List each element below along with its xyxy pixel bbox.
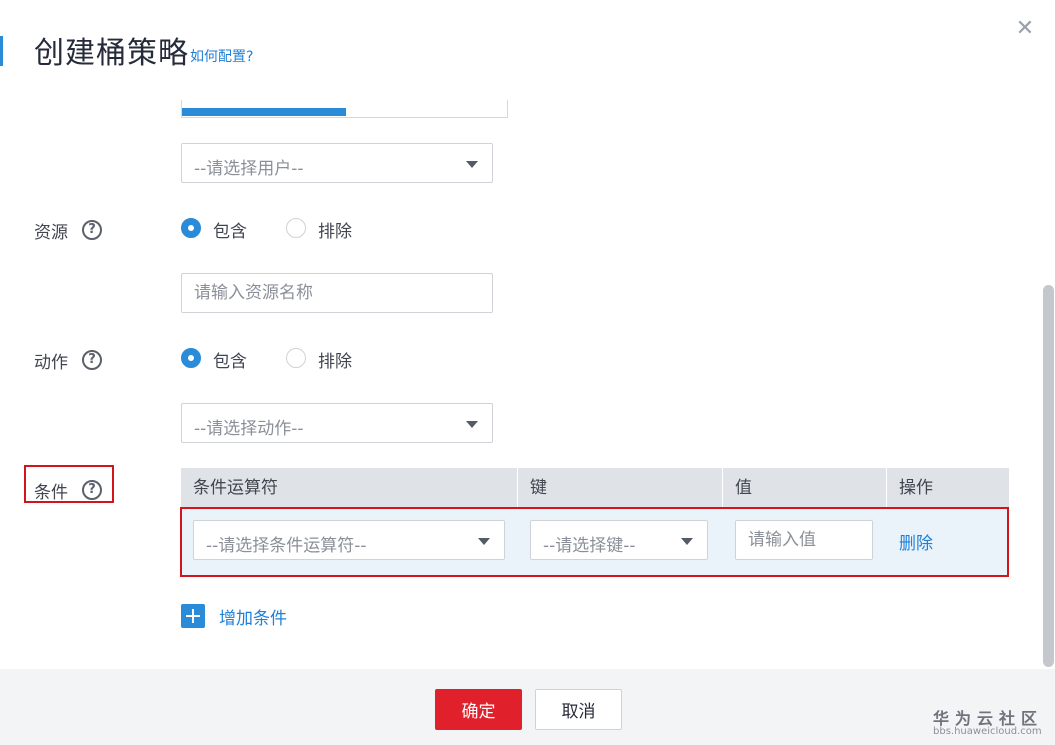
resource-include-radio[interactable] (181, 218, 201, 238)
resource-label: 资源 (34, 223, 68, 243)
help-icon[interactable]: ? (82, 350, 102, 370)
dialog-title: 创建桶策略 (34, 36, 189, 71)
resource-exclude-label[interactable]: 排除 (318, 217, 352, 242)
column-header-operation: 操作 (899, 478, 933, 498)
column-header-key: 键 (530, 478, 547, 498)
user-select-placeholder: --请选择用户-- (194, 159, 304, 179)
dialog-footer (0, 669, 1055, 745)
condition-table-header: 条件运算符 键 值 操作 (181, 468, 1009, 508)
user-select[interactable]: --请选择用户-- (181, 143, 493, 183)
help-icon[interactable]: ? (82, 480, 102, 500)
resource-exclude-radio[interactable] (286, 218, 306, 238)
action-select-placeholder: --请选择动作-- (194, 419, 304, 439)
add-condition-button[interactable]: 增加条件 (219, 604, 287, 629)
help-icon[interactable]: ? (82, 220, 102, 240)
column-header-operator: 条件运算符 (193, 478, 278, 498)
action-label: 动作 (34, 353, 68, 373)
resource-include-label[interactable]: 包含 (213, 217, 247, 242)
close-icon[interactable]: ✕ (1013, 17, 1037, 41)
action-select[interactable]: --请选择动作-- (181, 403, 493, 443)
partial-field (181, 100, 508, 118)
watermark-url: bbs.huaweicloud.com (933, 726, 1042, 737)
condition-label: 条件 (34, 483, 68, 503)
help-link[interactable]: 如何配置? (190, 46, 253, 66)
action-exclude-label[interactable]: 排除 (318, 347, 352, 372)
partial-field-fill (182, 108, 346, 116)
plus-icon[interactable] (181, 604, 205, 628)
chevron-down-icon (466, 161, 478, 168)
title-accent-bar (0, 36, 3, 66)
cancel-button[interactable]: 取消 (535, 689, 622, 730)
action-include-label[interactable]: 包含 (213, 347, 247, 372)
vertical-scrollbar[interactable] (1043, 285, 1054, 667)
action-exclude-radio[interactable] (286, 348, 306, 368)
action-include-radio[interactable] (181, 348, 201, 368)
column-header-value: 值 (735, 478, 752, 498)
condition-row-highlight (180, 507, 1009, 577)
confirm-button[interactable]: 确定 (435, 689, 522, 730)
chevron-down-icon (466, 421, 478, 428)
resource-name-input[interactable] (181, 273, 493, 313)
